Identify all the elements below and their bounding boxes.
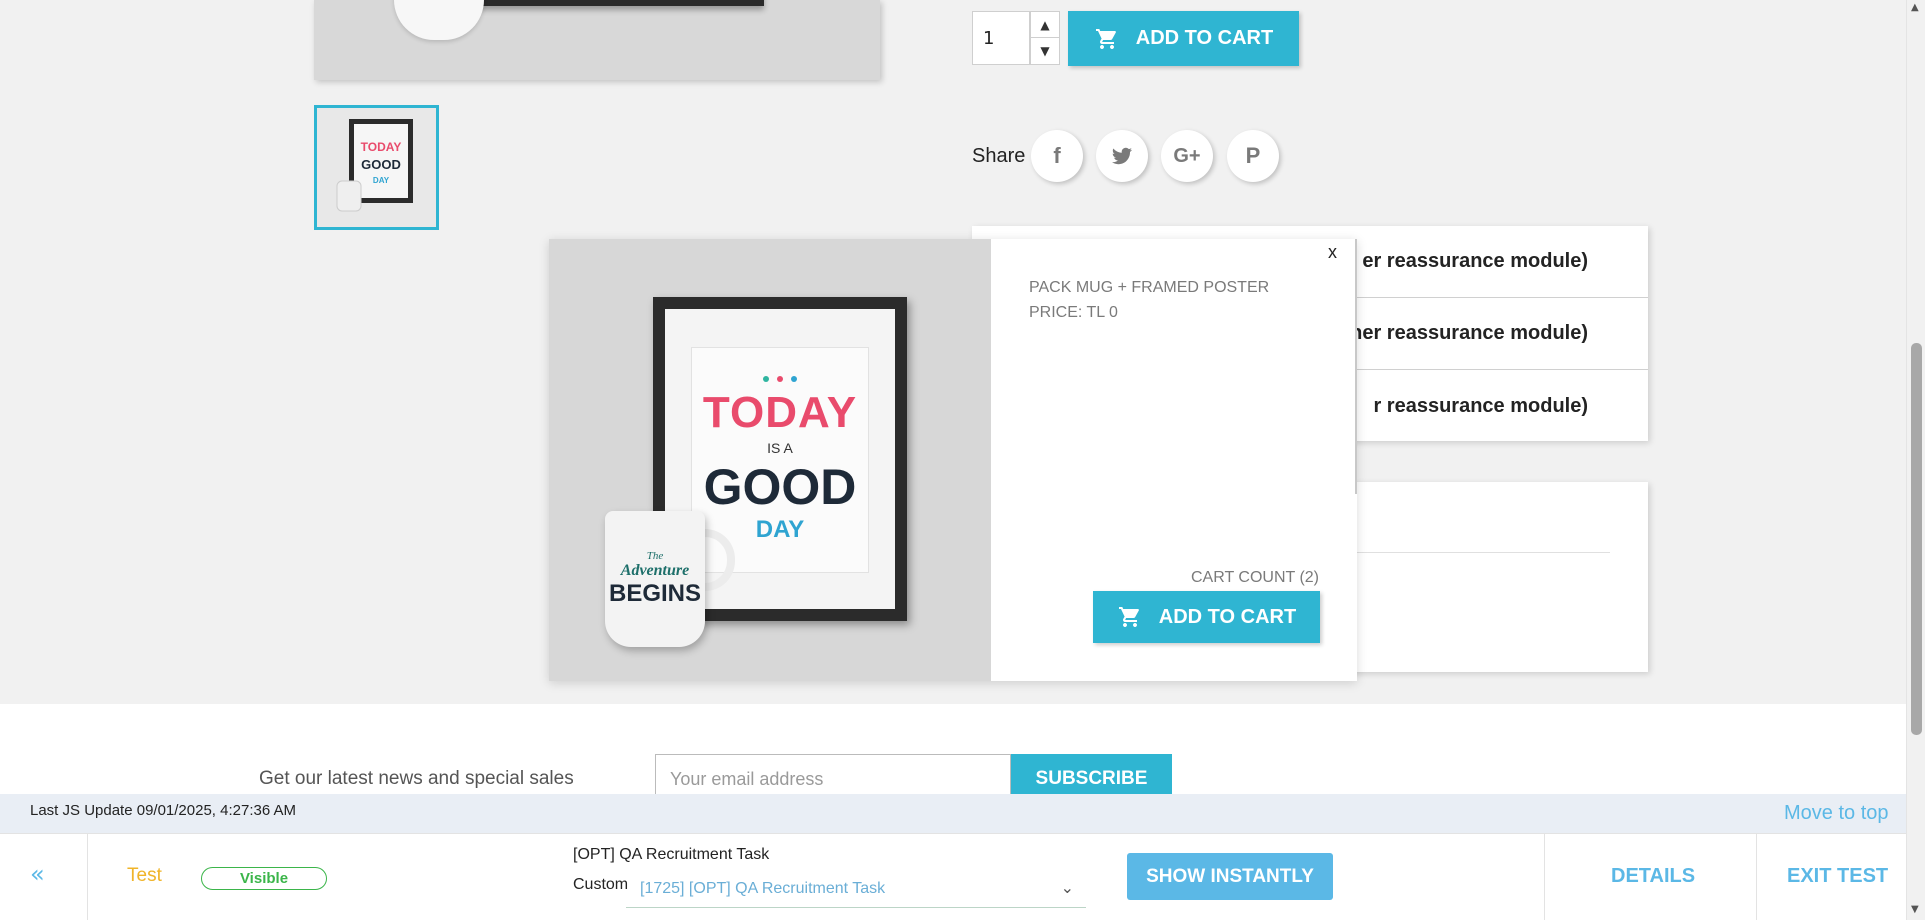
add-to-cart-button[interactable]: ADD TO CART xyxy=(1068,11,1299,66)
svg-text:GOOD: GOOD xyxy=(361,157,401,172)
decrease-quantity-icon[interactable]: ▼ xyxy=(1031,38,1059,64)
status-badge: Visible xyxy=(201,867,327,890)
last-js-update: Last JS Update 09/01/2025, 4:27:36 AM xyxy=(30,802,297,819)
product-thumbnail[interactable]: TODAY GOOD DAY xyxy=(314,105,439,230)
facebook-share-button[interactable]: f xyxy=(1031,130,1083,182)
custom-label: Custom xyxy=(573,876,629,893)
test-bar-separator xyxy=(1544,833,1545,920)
poster-good-text: GOOD xyxy=(703,459,857,515)
test-bar-separator xyxy=(1756,833,1757,920)
thumbnail-image: TODAY GOOD DAY xyxy=(336,118,413,211)
frame-bottom-edge xyxy=(464,0,764,6)
popup-cart-count: CART COUNT (2) xyxy=(1190,569,1319,586)
scrollbar[interactable]: ▲ ▼ xyxy=(1906,0,1925,920)
exit-test-button[interactable]: EXIT TEST xyxy=(1787,865,1888,888)
test-bar-separator xyxy=(87,833,88,920)
popup-add-to-cart-button[interactable]: ADD TO CART xyxy=(1093,591,1320,643)
mug-the-text: The xyxy=(646,550,664,562)
popup-product-image: TODAY IS A GOOD DAY The Adventure BEGINS xyxy=(549,239,991,681)
quantity-stepper[interactable]: ▲ ▼ xyxy=(1030,11,1060,65)
add-to-cart-label: ADD TO CART xyxy=(1135,27,1274,49)
details-button[interactable]: DETAILS xyxy=(1611,865,1695,888)
svg-text:TODAY: TODAY xyxy=(360,140,401,154)
google-plus-share-button[interactable]: G+ xyxy=(1161,130,1213,182)
svg-text:DAY: DAY xyxy=(372,176,389,185)
move-to-top-link[interactable]: Move to top xyxy=(1784,802,1889,825)
poster-is-a-text: IS A xyxy=(767,440,793,456)
mug: The Adventure BEGINS xyxy=(605,511,705,647)
poster-day-text: DAY xyxy=(755,516,805,543)
mug-adventure-text: Adventure xyxy=(620,562,690,579)
add-to-cart-popup: TODAY IS A GOOD DAY The Adventure BEGINS… xyxy=(549,239,1357,681)
mug-bottom xyxy=(394,0,484,40)
popup-divider xyxy=(1355,239,1357,494)
share-label: Share xyxy=(972,145,1026,167)
cart-icon xyxy=(1118,607,1139,627)
popup-product-name: PACK MUG + FRAMED POSTER xyxy=(1029,279,1270,296)
twitter-icon xyxy=(1112,147,1132,165)
popup-product-price: PRICE: TL 0 xyxy=(1029,304,1118,321)
popup-close-button[interactable]: x xyxy=(1328,242,1337,263)
poster-today-text: TODAY xyxy=(702,388,858,437)
scrollbar-thumb[interactable] xyxy=(1911,343,1922,735)
scroll-up-icon[interactable]: ▲ xyxy=(1911,2,1919,13)
newsletter-label: Get our latest news and special sales xyxy=(259,768,574,789)
show-instantly-button[interactable]: SHOW INSTANTLY xyxy=(1127,853,1333,900)
scroll-down-icon[interactable]: ▼ xyxy=(1911,904,1919,915)
pinterest-icon: P xyxy=(1245,143,1261,168)
mug-begins-text: BEGINS xyxy=(608,580,701,607)
product-main-image xyxy=(314,0,880,80)
twitter-share-button[interactable] xyxy=(1096,130,1148,182)
cart-icon xyxy=(1095,28,1116,49)
task-select-value: [1725] [OPT] QA Recruitment Task xyxy=(640,879,886,897)
increase-quantity-icon[interactable]: ▲ xyxy=(1031,12,1059,38)
popup-add-to-cart-label: ADD TO CART xyxy=(1158,605,1297,628)
google-plus-icon: G+ xyxy=(1173,144,1201,167)
quantity-input[interactable]: 1 xyxy=(972,11,1030,65)
chevron-down-icon: ⌄ xyxy=(1060,880,1074,897)
test-name: Test xyxy=(127,865,162,886)
task-title: [OPT] QA Recruitment Task xyxy=(573,846,770,863)
collapse-back-button[interactable]: « xyxy=(30,860,45,888)
facebook-icon: f xyxy=(1053,143,1061,168)
poster-dots xyxy=(763,376,797,382)
task-select[interactable]: [1725] [OPT] QA Recruitment Task ⌄ xyxy=(626,870,1086,908)
pinterest-share-button[interactable]: P xyxy=(1227,130,1279,182)
